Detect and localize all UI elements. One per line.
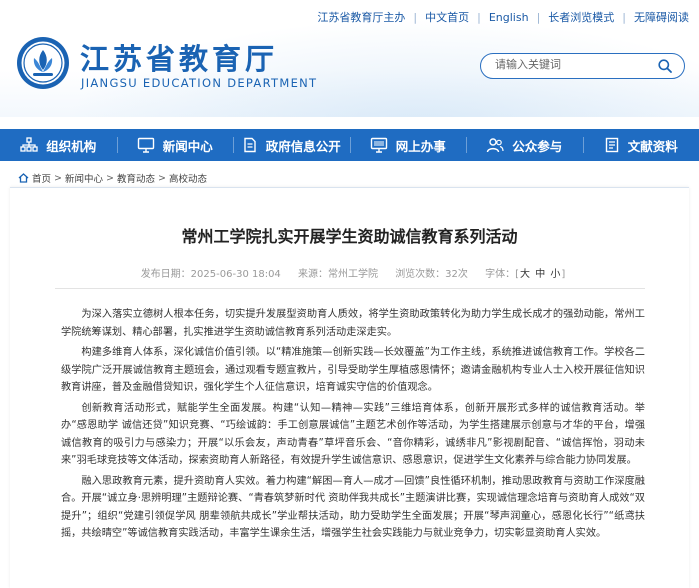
divider: | xyxy=(537,11,541,24)
divider: | xyxy=(413,11,417,24)
nav-label: 组织机构 xyxy=(46,136,96,155)
font-size-small[interactable]: 小 xyxy=(550,269,560,280)
nav-item-news[interactable]: 新闻中心 xyxy=(117,129,234,161)
article-title: 常州工学院扎实开展学生资助诚信教育系列活动 xyxy=(10,223,689,247)
home-icon xyxy=(18,173,29,183)
search-input[interactable] xyxy=(493,58,657,72)
divider xyxy=(55,288,645,289)
article-panel: 常州工学院扎实开展学生资助诚信教育系列活动 发布日期：2025-06-30 18… xyxy=(10,187,689,588)
divider: | xyxy=(622,11,626,24)
top-links: 江苏省教育厅主办 | 中文首页 | English | 长者浏览模式 | 无障碍… xyxy=(317,9,689,25)
screen-icon xyxy=(370,137,388,153)
nav-item-literature[interactable]: 文献资料 xyxy=(583,129,699,161)
publish-date: 发布日期：2025-06-30 18:04 xyxy=(141,269,281,280)
top-link-elder-mode[interactable]: 长者浏览模式 xyxy=(548,9,614,25)
book-icon xyxy=(604,137,620,153)
breadcrumb-education-news[interactable]: 教育动态 xyxy=(117,171,155,185)
top-link-english[interactable]: English xyxy=(489,11,529,24)
article-source: 来源：常州工学院 xyxy=(298,269,378,280)
article-paragraph: 为深入落实立德树人根本任务，切实提升发展型资助育人质效，将学生资助政策转化为助力… xyxy=(61,306,645,341)
nav-item-gov-info[interactable]: 政府信息公开 xyxy=(233,129,350,161)
top-link-accessibility[interactable]: 无障碍阅读 xyxy=(634,9,689,25)
breadcrumb-separator: > xyxy=(106,173,114,184)
nav-item-organization[interactable]: 组织机构 xyxy=(0,129,117,161)
document-icon xyxy=(242,137,258,153)
breadcrumb-university-news[interactable]: 高校动态 xyxy=(169,171,207,185)
search-icon[interactable] xyxy=(658,59,672,73)
article-paragraph: 融入思政教育元素，提升资助育人实效。着力构建“解困—育人—成才—回馈”良性循环机… xyxy=(61,473,645,543)
site-title[interactable]: 江苏省教育厅 xyxy=(80,36,278,78)
top-link-host[interactable]: 江苏省教育厅主办 xyxy=(317,9,405,25)
article-meta: 发布日期：2025-06-30 18:04 来源：常州工学院 浏览次数：32次 … xyxy=(10,265,689,280)
breadcrumb-separator: > xyxy=(54,173,62,184)
search-box xyxy=(480,53,685,79)
monitor-icon xyxy=(137,137,155,153)
nav-label: 新闻中心 xyxy=(163,136,213,155)
site-header: 江苏省教育厅主办 | 中文首页 | English | 长者浏览模式 | 无障碍… xyxy=(0,0,699,117)
breadcrumb-home[interactable]: 首页 xyxy=(32,171,51,185)
font-size-label: 字体：[大 中 小] xyxy=(485,269,565,280)
nav-label: 文献资料 xyxy=(628,136,678,155)
divider: | xyxy=(477,11,481,24)
main-nav: 组织机构 新闻中心 政府信息公开 网上办事 公众参与 xyxy=(0,129,699,161)
breadcrumb: 首页 > 新闻中心 > 教育动态 > 高校动态 xyxy=(18,171,207,185)
people-icon xyxy=(486,137,504,153)
view-count: 浏览次数：32次 xyxy=(395,269,468,280)
article-paragraph: 创新教育活动形式，赋能学生全面发展。构建“认知—精神—实践”三维培育体系，创新开… xyxy=(61,400,645,470)
nav-label: 网上办事 xyxy=(396,136,446,155)
font-size-medium[interactable]: 中 xyxy=(535,269,545,280)
breadcrumb-news-center[interactable]: 新闻中心 xyxy=(65,171,103,185)
breadcrumb-separator: > xyxy=(158,173,166,184)
nav-label: 政府信息公开 xyxy=(266,136,341,155)
font-size-large[interactable]: 大 xyxy=(520,269,530,280)
article-body: 为深入落实立德树人根本任务，切实提升发展型资助育人质效，将学生资助政策转化为助力… xyxy=(61,306,645,546)
nav-item-public-participation[interactable]: 公众参与 xyxy=(466,129,583,161)
top-link-chinese-home[interactable]: 中文首页 xyxy=(425,9,469,25)
nav-label: 公众参与 xyxy=(512,136,562,155)
article-paragraph: 构建多维育人体系，深化诚信价值引领。以“精准施策—创新实践—长效覆盖”为工作主线… xyxy=(61,344,645,397)
site-title-english: JIANGSU EDUCATION DEPARTMENT xyxy=(81,76,317,90)
org-chart-icon xyxy=(20,137,38,153)
nav-item-online-service[interactable]: 网上办事 xyxy=(350,129,467,161)
logo-emblem-icon[interactable] xyxy=(16,36,70,90)
